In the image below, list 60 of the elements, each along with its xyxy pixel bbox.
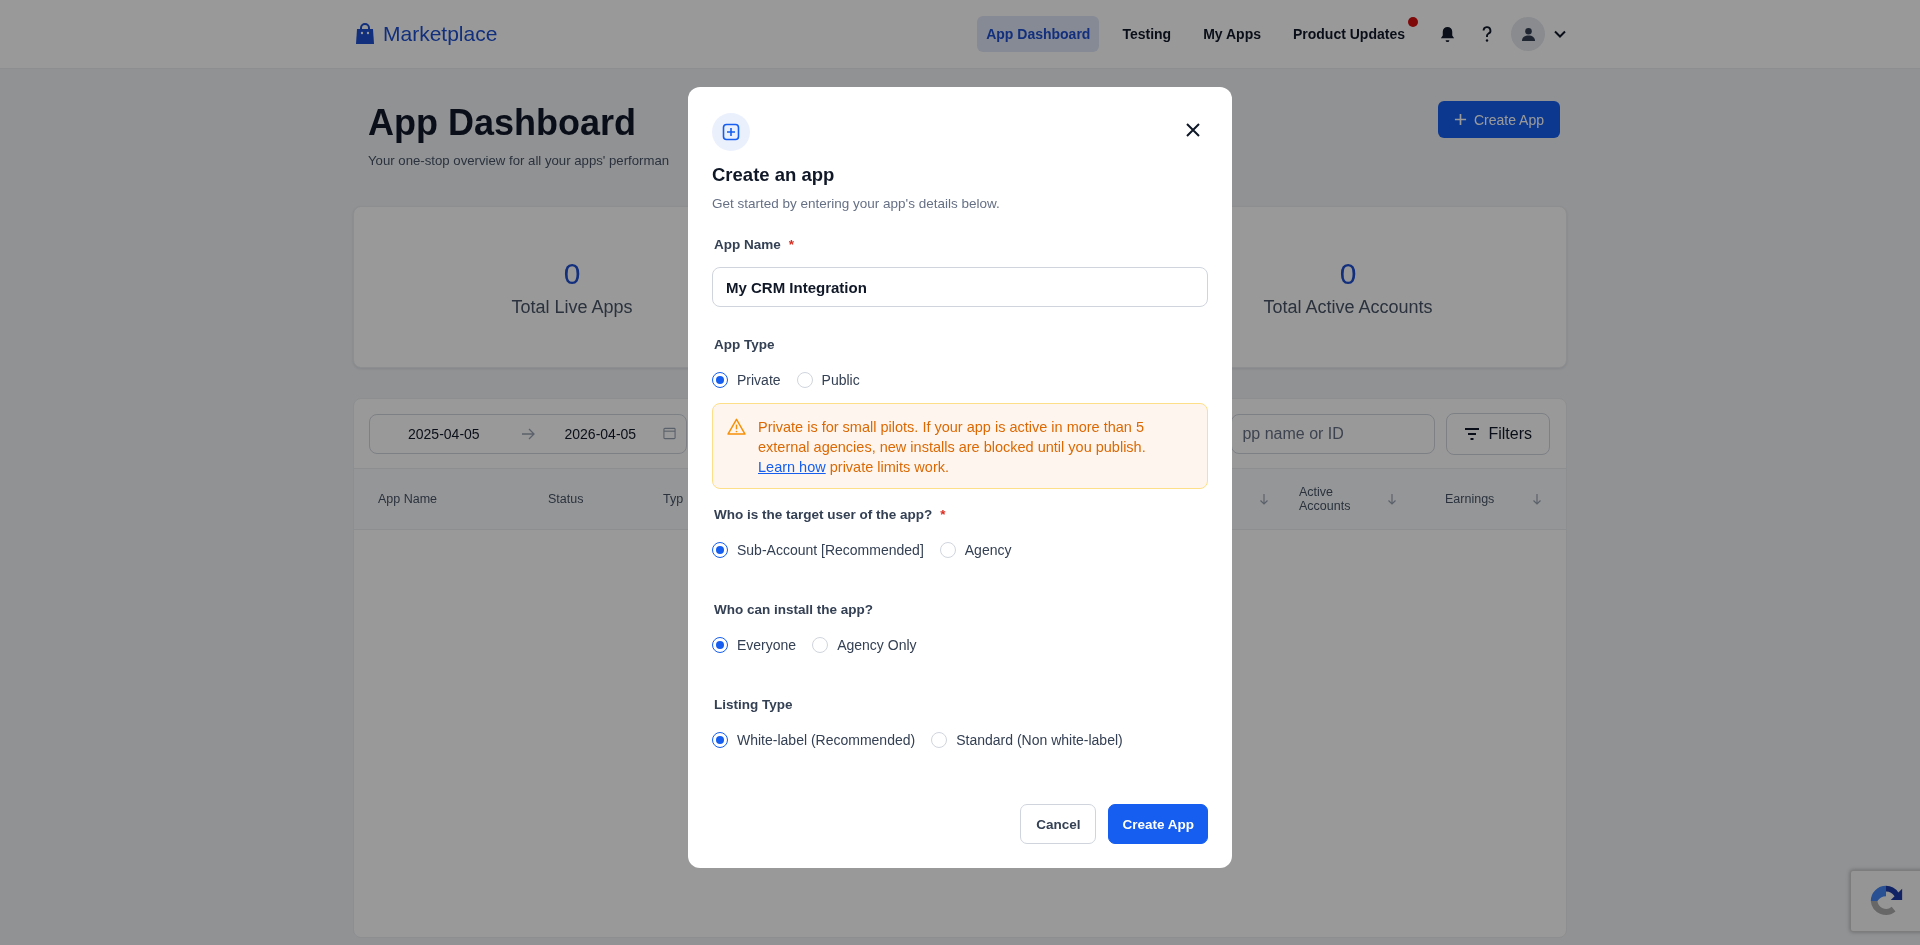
arrow-right-icon: [520, 427, 535, 440]
create-app-button[interactable]: Create App: [1437, 101, 1560, 138]
start-date: 2025-04-05: [408, 425, 481, 442]
column-header: Earnings: [1445, 492, 1496, 506]
stat-label: Total Active Accounts: [1263, 296, 1433, 318]
warning-icon: [727, 418, 746, 435]
radio-label[interactable]: Sub-Account [Recommended]: [737, 542, 924, 558]
radio-label[interactable]: Public: [821, 372, 860, 388]
column-header: Typ: [663, 492, 684, 506]
radio-button[interactable]: [712, 732, 728, 748]
cancel-button[interactable]: Cancel: [1020, 804, 1097, 844]
modal-title: Create an app: [712, 164, 836, 186]
radio-label[interactable]: White-label (Recommended): [737, 732, 916, 748]
calendar-icon: [663, 427, 676, 440]
filter-icon: [1464, 427, 1481, 440]
required-mark: *: [940, 507, 946, 522]
radio-button[interactable]: [712, 542, 728, 558]
create-app-button[interactable]: Create App: [1108, 804, 1208, 844]
radio-button[interactable]: [712, 372, 728, 388]
plus-square-icon: [722, 123, 740, 141]
help-icon[interactable]: [1481, 25, 1493, 43]
radio-button[interactable]: [712, 637, 728, 653]
nav-link[interactable]: My Apps: [1194, 16, 1270, 52]
page-subtitle: Your one-stop overview for all your apps' performan: [368, 153, 670, 168]
learn-how-link[interactable]: Learn how: [758, 459, 826, 475]
plus-icon: [1453, 113, 1467, 126]
field-label: Who is the target user of the app?: [714, 507, 933, 522]
shopping-bag-icon: [355, 23, 375, 45]
radio-label[interactable]: Agency: [964, 542, 1012, 558]
stat-value: 0: [1339, 256, 1357, 291]
radio-label[interactable]: Private: [737, 372, 781, 388]
radio-label[interactable]: Agency Only: [837, 637, 917, 653]
radio-label[interactable]: Standard (Non white-label): [956, 732, 1123, 748]
column-header: App Name: [378, 492, 438, 506]
end-date: 2026-04-05: [564, 425, 638, 442]
logo-text[interactable]: Marketplace: [383, 22, 498, 46]
bell-icon[interactable]: [1438, 24, 1457, 44]
page-title: App Dashboard: [368, 101, 637, 145]
nav-link[interactable]: Product Updates: [1284, 16, 1414, 52]
filters-button[interactable]: Filters: [1446, 412, 1550, 455]
search-field[interactable]: pp name or ID: [1231, 413, 1436, 454]
radio-label[interactable]: Everyone: [737, 637, 797, 653]
field-label: Listing Type: [714, 697, 793, 712]
nav-link[interactable]: Testing: [1113, 16, 1181, 52]
stat-value: 0: [563, 256, 581, 291]
required-mark: *: [788, 237, 795, 252]
field-label: Who can install the app?: [714, 602, 873, 617]
nav-link[interactable]: App Dashboard: [977, 16, 1100, 52]
field-label: App Name: [714, 237, 781, 252]
modal-subtitle: Get started by entering your app's details below.: [712, 196, 1001, 211]
field-label: App Type: [714, 337, 775, 352]
stat-label: Total Live Apps: [511, 296, 633, 318]
person-icon: [1520, 26, 1536, 42]
avatar[interactable]: [1511, 17, 1545, 51]
close-icon[interactable]: [1186, 123, 1200, 137]
column-header: Active Accounts: [1299, 485, 1352, 513]
app-name-field[interactable]: My CRM Integration: [712, 267, 1208, 307]
warning-message: Private is for small pilots. If your app is active in more than 5 external agencies, new installs are blocked until you publish. Learn how private limits work.: [758, 418, 1147, 477]
date-range-picker[interactable]: 2025-04-05 2026-04-05: [369, 413, 687, 454]
column-header: Status: [548, 492, 584, 506]
